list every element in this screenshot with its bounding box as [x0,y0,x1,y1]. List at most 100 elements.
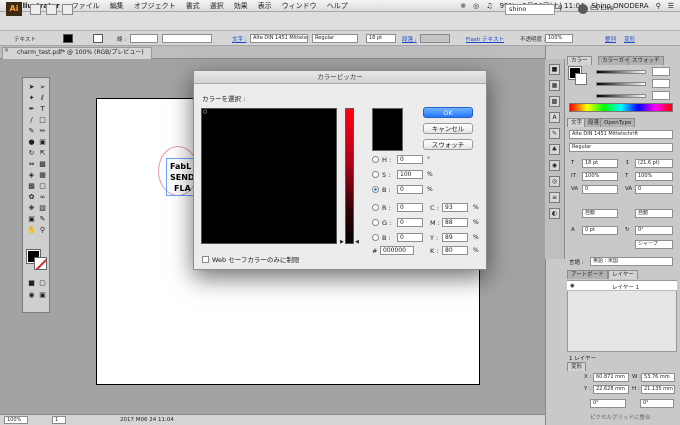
menu-type[interactable]: 書式 [186,1,200,11]
fill-color-swatch[interactable] [63,34,73,43]
panel-rotation-field[interactable]: 0° [635,226,673,235]
stroke-panel-icon[interactable]: ≡ [549,192,560,203]
pen-tool-icon[interactable]: ✒ [26,104,37,114]
zoom-tool-icon[interactable]: ⚲ [37,225,48,235]
list-icon[interactable]: ☰ [668,2,674,10]
color-slider-b[interactable] [596,94,646,98]
volume-icon[interactable]: ♫ [486,2,492,10]
menu-select[interactable]: 選択 [210,1,224,11]
radio-blue[interactable] [372,234,379,241]
brushes-icon[interactable]: ✎ [549,128,560,139]
symbol-sprayer-tool-icon[interactable]: ❋ [26,203,37,213]
graphic-styles-icon[interactable]: ◉ [549,160,560,171]
hue-right-arrow-icon[interactable]: ◀ [355,239,359,245]
cs-live-icon[interactable] [578,4,588,14]
color-mode-icon[interactable]: ■ [26,278,37,288]
color-spectrum-bar[interactable] [569,103,673,112]
panel-stroke-swatch[interactable] [575,73,587,85]
magic-wand-tool-icon[interactable]: ✦ [26,93,37,103]
menu-window[interactable]: ウィンドウ [282,1,317,11]
free-transform-tool-icon[interactable]: ▩ [37,159,48,169]
scale-tool-icon[interactable]: ⇱ [37,148,48,158]
magenta-field[interactable]: 88 [442,218,468,227]
y-field[interactable]: 22.628 mm [593,385,629,394]
h-field[interactable]: 21.135 mm [641,385,675,394]
screen-mode-icon[interactable]: ▣ [37,290,48,300]
red-field[interactable]: 0 [397,203,423,212]
panel-vscale-field[interactable]: 100% [582,172,618,181]
panel-tracking-field[interactable]: 0 [635,185,673,194]
paintbrush-tool-icon[interactable]: ✎ [26,126,37,136]
rectangle-tool-icon[interactable]: □ [37,115,48,125]
websafe-checkbox[interactable] [202,255,209,263]
blue-field[interactable]: 0 [397,233,423,242]
cyan-field[interactable]: 93 [442,203,468,212]
color-slider-r[interactable] [596,70,646,74]
panel-baseline-field[interactable]: 0 pt [582,226,618,235]
menu-object[interactable]: オブジェクト [134,1,176,11]
transform-link[interactable]: 変形 [624,35,635,43]
eraser-tool-icon[interactable]: ▣ [37,137,48,147]
tab-color[interactable]: カラー [567,56,592,65]
websafe-option[interactable]: Web セーフカラーのみに制限 [202,254,299,264]
align-link[interactable]: 整列 [605,35,616,43]
wifi-icon[interactable]: ◎ [473,2,479,10]
spotlight-icon[interactable]: ⚲ [656,2,661,10]
draw-mode-icon[interactable]: ◉ [26,290,37,300]
panel-auto-field-1[interactable]: 自動 [582,209,618,218]
color-g-field[interactable] [652,79,670,88]
hue-field[interactable]: 0 [397,155,423,164]
hex-field[interactable]: 000000 [380,246,414,255]
green-field[interactable]: 0 [397,218,423,227]
rotate-tool-icon[interactable]: ↻ [26,148,37,158]
appearance-icon[interactable]: ◎ [549,176,560,187]
transparency-icon[interactable]: ◐ [549,208,560,219]
artboard-tool-icon[interactable]: ▣ [26,214,37,224]
tab-artboards[interactable]: アートボード [567,270,608,279]
line-tool-icon[interactable]: ∕ [26,115,37,125]
panel-font-style-field[interactable]: Regular [569,143,673,152]
gradient-tool-icon[interactable]: ▢ [37,181,48,191]
page-field[interactable]: 1 [52,416,66,424]
saturation-field[interactable]: 100 [397,170,423,179]
color-field[interactable] [201,108,337,244]
opacity-field[interactable]: 100% [545,34,573,43]
slice-tool-icon[interactable]: ✎ [37,214,48,224]
visibility-icon[interactable]: ◉ [570,283,575,289]
menu-help[interactable]: ヘルプ [327,1,348,11]
color-b-field[interactable] [652,91,670,100]
character-icon[interactable]: A [549,112,560,123]
flash-text-link[interactable]: Flash テキスト [466,35,504,43]
yellow-field[interactable]: 89 [442,233,468,242]
status-info[interactable]: 2017 M06 24 11:04 [120,417,174,423]
radio-saturation[interactable] [372,171,379,178]
color-guide-icon[interactable]: ▦ [549,80,560,91]
w-field[interactable]: 53.76 mm [641,373,675,382]
gradient-mode-icon[interactable]: ▢ [37,278,48,288]
hue-left-arrow-icon[interactable]: ▶ [340,239,344,245]
eyedropper-tool-icon[interactable]: ✿ [26,192,37,202]
angle-field-2[interactable]: 0° [640,399,674,408]
arrange-documents-icon[interactable] [46,4,57,15]
font-style-field[interactable]: Regular [312,34,358,43]
radio-green[interactable] [372,219,379,226]
tab-swatches[interactable]: スウォッチ [628,56,664,65]
pencil-tool-icon[interactable]: ✏ [37,126,48,136]
selection-tool-icon[interactable]: ➤ [26,82,37,92]
blend-tool-icon[interactable]: ∞ [37,192,48,202]
font-field[interactable]: Alte DIN 1451 Mittelsch [250,34,308,43]
alignment-buttons[interactable] [420,34,450,43]
menu-view[interactable]: 表示 [258,1,272,11]
angle-field-1[interactable]: 0° [590,399,626,408]
tab-transform[interactable]: 変形 [567,362,587,371]
x-field[interactable]: 60.872 mm [593,373,629,382]
black-field[interactable]: 80 [442,246,468,255]
cs-live-menu[interactable]: CS Live [590,4,614,12]
ok-button[interactable]: OK [423,107,473,118]
type-tool-icon[interactable]: T [37,104,48,114]
tab-opentype[interactable]: OpenType [600,118,636,127]
pixel-grid-checkbox[interactable]: ピクセルグリッドに整合 [590,413,651,421]
menu-effect[interactable]: 効果 [234,1,248,11]
radio-hue[interactable] [372,156,379,163]
layer-name[interactable]: レイヤー 1 [612,283,639,291]
